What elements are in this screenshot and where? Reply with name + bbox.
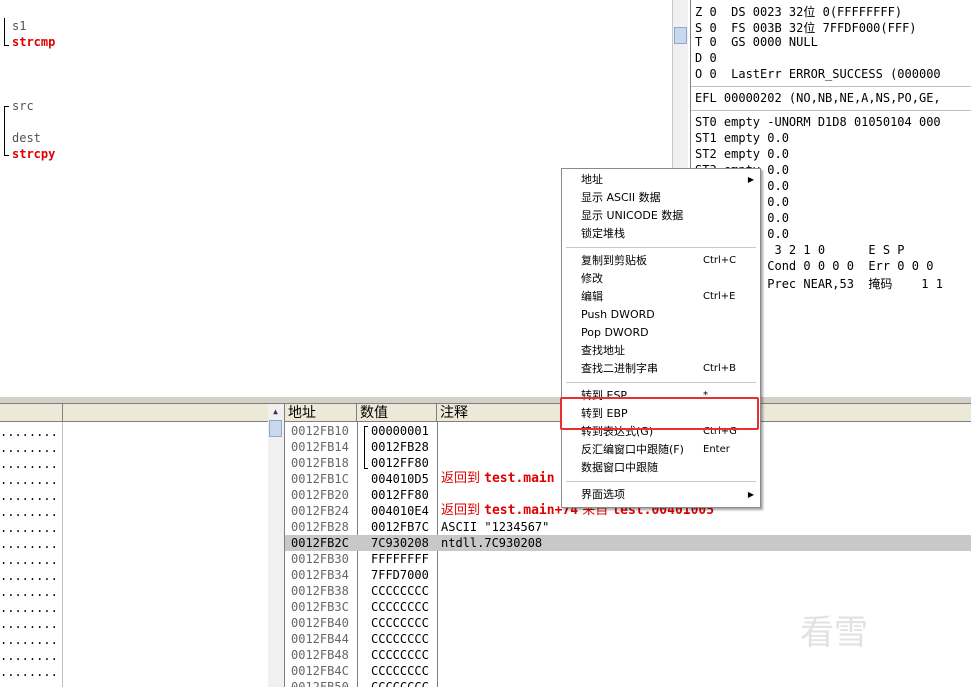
dump-row[interactable]: ........................ <box>0 425 60 439</box>
dump-row[interactable]: ........................ <box>0 521 60 535</box>
stack-row-selected[interactable]: 0012FB2C 7C930208 ntdll.7C930208 <box>285 535 971 551</box>
stack-row[interactable]: 0012FB34 7FFD7000 <box>285 567 971 583</box>
dump-pane[interactable]: ........................ ...............… <box>0 404 268 687</box>
dump-row[interactable]: ........................ <box>0 553 60 567</box>
scroll-up-arrow[interactable]: ▲ <box>269 405 282 418</box>
pane-splitter[interactable] <box>0 396 971 404</box>
submenu-arrow-icon: ▶ <box>747 490 754 499</box>
stack-row[interactable]: 0012FB28 0012FB7C ASCII "1234567" <box>285 519 971 535</box>
dump-row[interactable]: ........................ <box>0 665 60 679</box>
dump-row[interactable]: ........................ <box>0 441 60 455</box>
menu-separator <box>566 382 756 383</box>
dump-row[interactable]: ........................ <box>0 649 60 663</box>
watermark-logo: 看雪 <box>800 613 868 653</box>
register-line[interactable]: EFL 00000202 (NO,NB,NE,A,NS,PO,GE, <box>695 91 941 105</box>
arg-comment-dest: dest <box>12 131 41 145</box>
stack-row[interactable]: 0012FB38 CCCCCCCC <box>285 583 971 599</box>
menu-item-lock-stack[interactable]: 锁定堆栈 <box>562 225 760 243</box>
call-bracket <box>4 18 9 46</box>
divider <box>691 86 971 87</box>
divider <box>691 110 971 111</box>
dump-row[interactable]: ........................ <box>0 473 60 487</box>
highlight-box <box>560 397 759 430</box>
dump-row[interactable]: ........................ <box>0 489 60 503</box>
dump-row[interactable]: ........................ <box>0 569 60 583</box>
register-line[interactable]: ST2 empty 0.0 <box>695 147 789 161</box>
menu-item-find-binary[interactable]: 查找二进制字串 Ctrl+B <box>562 360 760 378</box>
register-line[interactable]: T 0 GS 0000 NULL <box>695 35 818 49</box>
dump-row[interactable]: ........................ <box>0 585 60 599</box>
dump-header <box>0 404 268 422</box>
context-menu[interactable]: 地址 ▶ 显示 ASCII 数据 显示 UNICODE 数据 锁定堆栈 复制到剪贴… <box>561 168 761 508</box>
stack-row[interactable]: 0012FB44 CCCCCCCC <box>285 631 971 647</box>
arg-comment-s1: s1 <box>12 19 27 33</box>
stack-row[interactable]: 0012FB48 CCCCCCCC <box>285 647 971 663</box>
stack-row[interactable]: 0012FB30 FFFFFFFF <box>285 551 971 567</box>
menu-item-interface-options[interactable]: 界面选项 ▶ <box>562 486 760 504</box>
menu-item-push-dword[interactable]: Push DWORD <box>562 306 760 324</box>
register-line[interactable]: O 0 LastErr ERROR_SUCCESS (000000 <box>695 67 941 81</box>
register-line[interactable]: Z 0 DS 0023 32位 0(FFFFFFFF) <box>695 3 902 20</box>
dump-scrollbar[interactable]: ▲ <box>268 404 284 687</box>
menu-item-follow-dump[interactable]: 数据窗口中跟随 <box>562 459 760 477</box>
stack-row[interactable]: 0012FB40 CCCCCCCC <box>285 615 971 631</box>
register-line[interactable]: S 0 FS 003B 32位 7FFDF000(FFF) <box>695 19 917 36</box>
dump-row[interactable]: ........................ <box>0 537 60 551</box>
menu-item-find-address[interactable]: 查找地址 <box>562 342 760 360</box>
dump-row[interactable]: ........................ <box>0 633 60 647</box>
arg-comment-src: src <box>12 99 34 113</box>
menu-item-edit[interactable]: 编辑 Ctrl+E <box>562 288 760 306</box>
menu-item-follow-disasm[interactable]: 反汇编窗口中跟随(F) Enter <box>562 441 760 459</box>
scroll-thumb[interactable] <box>269 420 282 437</box>
function-name-strcpy[interactable]: strcpy <box>12 147 55 161</box>
menu-item-address[interactable]: 地址 ▶ <box>562 171 760 189</box>
menu-item-show-unicode[interactable]: 显示 UNICODE 数据 <box>562 207 760 225</box>
dump-row[interactable]: ........................ <box>0 457 60 471</box>
register-line[interactable]: ST1 empty 0.0 <box>695 131 789 145</box>
column-header-address[interactable]: 地址 <box>285 404 357 422</box>
dump-row[interactable]: ........................ <box>0 505 60 519</box>
submenu-arrow-icon: ▶ <box>747 175 754 184</box>
register-line[interactable]: ST0 empty -UNORM D1D8 01050104 000 <box>695 115 941 129</box>
dump-row[interactable]: ........................ <box>0 617 60 631</box>
call-bracket <box>4 106 9 156</box>
menu-item-show-ascii[interactable]: 显示 ASCII 数据 <box>562 189 760 207</box>
stack-row[interactable]: 0012FB4C CCCCCCCC <box>285 663 971 679</box>
menu-item-pop-dword[interactable]: Pop DWORD <box>562 324 760 342</box>
scroll-thumb[interactable] <box>674 27 687 44</box>
function-name-strcmp[interactable]: strcmp <box>12 35 55 49</box>
stack-row[interactable]: 0012FB3C CCCCCCCC <box>285 599 971 615</box>
column-header-value[interactable]: 数值 <box>357 404 437 422</box>
register-line[interactable]: D 0 <box>695 51 717 65</box>
menu-item-copy[interactable]: 复制到剪贴板 Ctrl+C <box>562 252 760 270</box>
stack-row[interactable]: 0012FB50 CCCCCCCC <box>285 679 971 687</box>
menu-separator <box>566 481 756 482</box>
dump-row[interactable]: ........................ <box>0 601 60 615</box>
menu-item-modify[interactable]: 修改 <box>562 270 760 288</box>
menu-separator <box>566 247 756 248</box>
